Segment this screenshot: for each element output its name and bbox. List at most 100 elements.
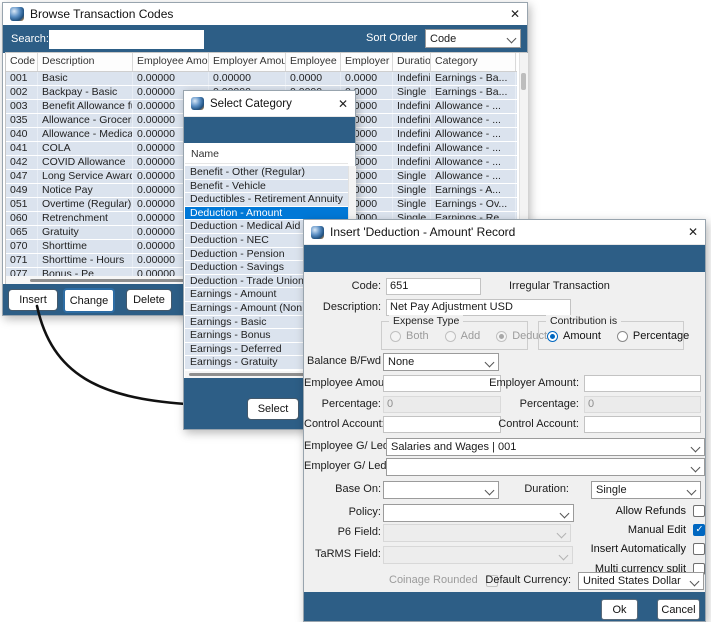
category-name-header[interactable]: Name (185, 146, 348, 164)
balance-bfwd-value: None (388, 356, 415, 368)
insert-titlebar: Insert 'Deduction - Amount' Record ✕ (304, 220, 705, 245)
cell-description: Gratuity (38, 226, 133, 239)
employer-control-account-label: Control Account: (498, 418, 579, 430)
category-list-item[interactable]: Deductibles - Retirement Annuity (185, 193, 348, 207)
column-header[interactable]: Employee Amount (133, 53, 209, 71)
cell-category: Allowance - ... (431, 114, 516, 127)
employer-gl-select[interactable] (386, 458, 705, 476)
expense-type-options: Both Add Deduct (390, 330, 547, 342)
cell-description: Overtime (Regular) 1.5 (38, 198, 133, 211)
sort-order-select[interactable]: Code (425, 29, 521, 48)
duration-select[interactable]: Single (591, 481, 701, 499)
chevron-down-icon (689, 576, 700, 587)
browse-window-title: Browse Transaction Codes (30, 7, 174, 21)
tarms-field-label: TaRMS Field: (314, 548, 381, 560)
cell-description: COLA (38, 142, 133, 155)
chevron-down-icon (690, 462, 701, 473)
cell-category: Earnings - A... (431, 184, 516, 197)
scrollbar-thumb[interactable] (521, 73, 526, 90)
expense-type-caption: Expense Type (389, 315, 464, 327)
option-checkbox-row[interactable]: Insert Automatically (537, 540, 705, 559)
cell-category: Allowance - ... (431, 128, 516, 141)
select-button[interactable]: Select (247, 398, 299, 420)
checkbox-icon[interactable] (693, 543, 705, 556)
category-titlebar: Select Category ✕ (184, 91, 355, 117)
close-icon[interactable]: ✕ (688, 226, 698, 238)
close-icon[interactable]: ✕ (338, 98, 348, 110)
cell-description: Allowance - Groceries (38, 114, 133, 127)
expense-type-group: Expense Type Both Add Deduct (381, 315, 547, 350)
policy-label: Policy: (348, 506, 381, 518)
checkbox-icon[interactable] (693, 504, 705, 517)
contribution-radio[interactable]: Percentage (616, 330, 689, 342)
description-field[interactable]: Net Pay Adjustment USD (386, 299, 571, 316)
contribution-radio[interactable]: Amount (547, 330, 601, 342)
employer-amount-field[interactable] (584, 375, 701, 392)
balance-bfwd-select[interactable]: None (383, 353, 499, 371)
default-currency-select[interactable]: United States Dollar (578, 572, 704, 590)
search-input[interactable] (49, 30, 204, 49)
employer-gl-label: Employer G/ Ledger: (304, 460, 406, 472)
column-header[interactable]: Employer % (341, 53, 393, 71)
column-header[interactable]: Employee % (286, 53, 341, 71)
employer-control-account-field[interactable] (584, 416, 701, 433)
chevron-down-icon (484, 357, 495, 368)
cell-code: 071 (6, 254, 38, 267)
cell-duration: Single (393, 184, 431, 197)
cell-category: Allowance - ... (431, 142, 516, 155)
employee-gl-label: Employee G/ Ledger: (304, 440, 408, 452)
table-row[interactable]: 001 Basic 0.00000 0.00000 0.0000 0.0000 … (6, 72, 517, 86)
checkbox-label: Insert Automatically (590, 543, 686, 556)
option-checkbox-row[interactable]: Manual Edit (537, 520, 705, 539)
category-list-item[interactable]: Benefit - Vehicle (185, 179, 348, 194)
duration-label: Duration: (524, 483, 569, 495)
sort-order-value: Code (430, 32, 457, 45)
p6-field-label: P6 Field: (337, 526, 381, 538)
column-header[interactable]: Duration (393, 53, 431, 71)
browse-toolbar: Search: Sort Order Code (3, 25, 527, 53)
checkbox-icon[interactable] (693, 523, 705, 536)
column-header[interactable]: Employer Amount (209, 53, 286, 71)
column-header[interactable]: Category (431, 53, 516, 71)
expense-type-radio[interactable]: Both (390, 330, 429, 342)
screen: Browse Transaction Codes ✕ Search: Sort … (0, 0, 711, 622)
scrollbar-thumb[interactable] (189, 373, 309, 376)
cell-code: 040 (6, 128, 38, 141)
app-icon (10, 7, 24, 21)
chevron-down-icon (690, 442, 701, 453)
cell-code: 002 (6, 86, 38, 99)
cell-employer-pct: 0.0000 (341, 72, 393, 85)
table-header-row: CodeDescriptionEmployee AmountEmployer A… (6, 53, 517, 72)
insert-button[interactable]: Insert (8, 289, 58, 311)
option-checkbox-row[interactable]: Allow Refunds (537, 501, 705, 520)
expense-type-radio[interactable]: Add (444, 330, 480, 342)
cell-duration: Indefinite (393, 72, 431, 85)
employee-gl-value: Salaries and Wages | 001 (391, 441, 517, 453)
cell-code: 060 (6, 212, 38, 225)
cell-duration: Indefinite (393, 128, 431, 141)
cell-description: Bonus - Pe (38, 268, 133, 276)
delete-button[interactable]: Delete (126, 289, 172, 311)
cell-category: Earnings - Ov... (431, 198, 516, 211)
radio-icon (496, 330, 508, 342)
code-label: Code: (351, 280, 381, 292)
insert-header-band (304, 245, 705, 272)
cell-duration: Single (393, 86, 431, 99)
column-header[interactable]: Code (6, 53, 38, 71)
cell-employee-pct: 0.0000 (286, 72, 341, 85)
cell-duration: Indefinite (393, 114, 431, 127)
ok-button[interactable]: Ok (601, 599, 638, 620)
column-header[interactable]: Description (38, 53, 133, 71)
insert-footer (304, 592, 705, 621)
cell-description: Benefit Allowance fuel (38, 100, 133, 113)
employer-percentage-field: 0 (584, 396, 701, 413)
change-button[interactable]: Change (63, 288, 115, 313)
cancel-button[interactable]: Cancel (657, 599, 700, 620)
category-list-item[interactable]: Benefit - Other (Regular) (185, 166, 348, 180)
close-icon[interactable]: ✕ (510, 8, 520, 20)
contribution-options: Amount Percentage (547, 330, 689, 342)
employee-gl-select[interactable]: Salaries and Wages | 001 (386, 438, 705, 456)
employee-amount-label: Employee Amount: (304, 377, 397, 389)
code-field[interactable]: 651 (386, 278, 481, 295)
radio-icon (444, 330, 456, 342)
